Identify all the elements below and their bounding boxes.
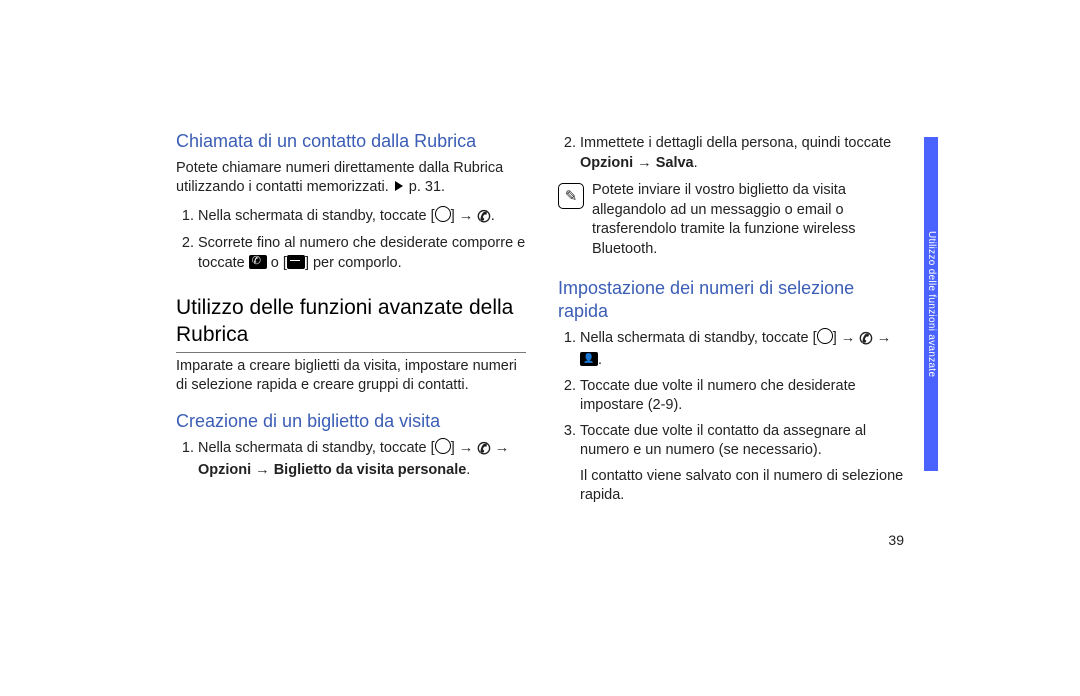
call-key-icon	[249, 255, 267, 269]
step-text: ] →	[451, 208, 478, 224]
list-item: Nella schermata di standby, toccate [ ] →…	[198, 438, 526, 480]
step-text: Nella schermata di standby, toccate [	[198, 440, 435, 456]
heading-main-rubrica: Utilizzo delle funzioni avanzate della R…	[176, 295, 526, 353]
step-text: .	[491, 208, 495, 224]
left-column: Chiamata di un contatto dalla Rubrica Po…	[176, 130, 526, 506]
step-text: .	[598, 352, 602, 368]
intro-text-a: Potete chiamare numeri direttamente dall…	[176, 160, 503, 196]
step-text: Nella schermata di standby, toccate [	[580, 330, 817, 346]
list-item: Immettete i dettagli della persona, quin…	[580, 134, 908, 173]
step-text: .	[694, 155, 698, 171]
triangle-icon	[395, 181, 403, 191]
note-icon: ✎	[558, 183, 584, 209]
intro-para: Potete chiamare numeri direttamente dall…	[176, 159, 526, 198]
step-bold-text: Opzioni → Salva	[580, 155, 694, 171]
step-text: →	[491, 440, 510, 456]
heading-chiamata: Chiamata di un contatto dalla Rubrica	[176, 130, 526, 153]
steps-list-rapida: Nella schermata di standby, toccate [ ] →…	[558, 328, 908, 460]
list-item: Toccate due volte il contatto da assegna…	[580, 422, 908, 461]
intro-text-b: p. 31.	[405, 179, 445, 195]
step-text: →	[873, 330, 892, 346]
phone-icon: ✆	[477, 207, 490, 229]
circle-icon	[435, 206, 451, 222]
phone-icon: ✆	[477, 439, 490, 461]
list-item: Scorrete fino al numero che desiderate c…	[198, 234, 526, 273]
step-text: .	[466, 462, 470, 478]
steps-list-biglietto: Nella schermata di standby, toccate [ ] →…	[176, 438, 526, 480]
circle-icon	[817, 328, 833, 344]
step-text: Immettete i dettagli della persona, quin…	[580, 135, 891, 151]
page-number: 39	[888, 532, 904, 548]
note-block: ✎ Potete inviare il vostro biglietto da …	[558, 181, 908, 259]
step-text: ] →	[833, 330, 860, 346]
dash-key-icon	[287, 255, 305, 269]
step-text: ] per comporlo.	[305, 255, 402, 271]
heading-biglietto: Creazione di un biglietto da visita	[176, 410, 526, 433]
group-icon	[580, 352, 598, 366]
after-list-note: Il contatto viene salvato con il numero …	[580, 467, 908, 506]
circle-icon	[435, 438, 451, 454]
main-intro-para: Imparate a creare biglietti da visita, i…	[176, 357, 526, 396]
list-item: Toccate due volte il numero che desidera…	[580, 377, 908, 416]
heading-selezione-rapida: Impostazione dei numeri di selezione rap…	[558, 277, 908, 322]
list-item: Nella schermata di standby, toccate [ ] →…	[198, 206, 526, 229]
side-tab: Utilizzo delle funzioni avanzate	[924, 137, 938, 471]
right-column: Immettete i dettagli della persona, quin…	[558, 130, 908, 506]
phone-icon: ✆	[859, 329, 872, 351]
steps-list-1: Nella schermata di standby, toccate [ ] →…	[176, 206, 526, 274]
page-content: Chiamata di un contatto dalla Rubrica Po…	[176, 130, 908, 506]
step-bold-text: Opzioni → Biglietto da visita personale	[198, 462, 466, 478]
step-text: o [	[267, 255, 287, 271]
list-item: Nella schermata di standby, toccate [ ] →…	[580, 328, 908, 370]
note-text: Potete inviare il vostro biglietto da vi…	[592, 181, 908, 259]
step-text: ] →	[451, 440, 478, 456]
steps-list-continued: Immettete i dettagli della persona, quin…	[558, 134, 908, 173]
step-text: Nella schermata di standby, toccate [	[198, 208, 435, 224]
